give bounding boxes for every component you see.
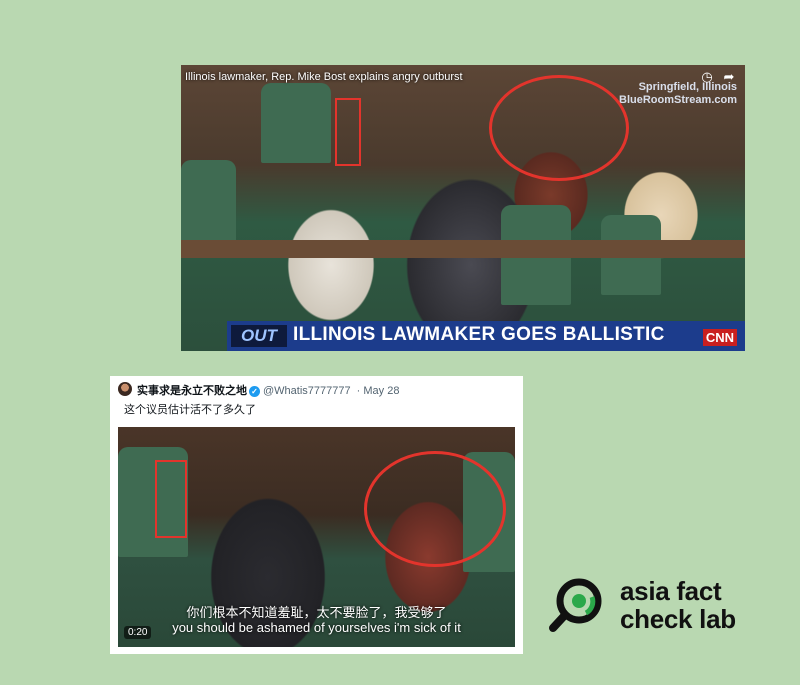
magnifier-icon — [549, 578, 602, 632]
annotation-rectangle — [155, 460, 187, 538]
tweet-date: · May 28 — [356, 385, 400, 397]
asia-fact-check-lab-logo: asia fact check lab — [548, 575, 758, 641]
annotation-rectangle — [335, 98, 361, 166]
annotation-circle — [364, 451, 506, 567]
annotation-circle — [489, 75, 629, 181]
subtitle-chinese: 你们根本不知道羞耻，太不要脸了，我受够了 — [186, 605, 447, 620]
top-video[interactable]: Illinois lawmaker, Rep. Mike Bost explai… — [181, 65, 745, 351]
video-watermark: Springfield, Illinois BlueRoomStream.com — [619, 81, 737, 107]
user-handle[interactable]: @Whatis7777777 — [263, 385, 351, 397]
logo-line-1: asia fact — [620, 576, 722, 606]
banner-tag: OUT — [231, 325, 287, 347]
watermark-location: Springfield, Illinois — [638, 81, 737, 93]
logo-text: asia fact check lab — [620, 577, 736, 633]
watermark-source: BlueRoomStream.com — [619, 94, 737, 106]
banner-headline: ILLINOIS LAWMAKER GOES BALLISTIC — [293, 324, 665, 345]
logo-line-2: check lab — [620, 604, 736, 634]
tweet-video[interactable]: 你们根本不知道羞耻，太不要脸了，我受够了 you should be asham… — [118, 427, 515, 647]
cnn-logo: CNN — [702, 329, 737, 346]
video-timestamp: 0:20 — [124, 626, 152, 639]
tweet-text: 这个议员估计活不了多久了 — [124, 404, 256, 416]
verified-icon: ✓ — [249, 385, 260, 397]
subtitle-english: you should be ashamed of yourselves i'm … — [172, 620, 461, 635]
tweet-card[interactable]: 实事求是永立不败之地 ✓ @Whatis7777777 · May 28 这个议员估… — [110, 376, 523, 654]
avatar[interactable] — [118, 382, 132, 396]
display-name[interactable]: 实事求是永立不败之地 — [137, 385, 247, 397]
video-scene — [181, 65, 745, 351]
video-title: Illinois lawmaker, Rep. Mike Bost explai… — [185, 71, 463, 83]
tweet-header: 实事求是永立不败之地 ✓ @Whatis7777777 · May 28 — [137, 382, 399, 398]
